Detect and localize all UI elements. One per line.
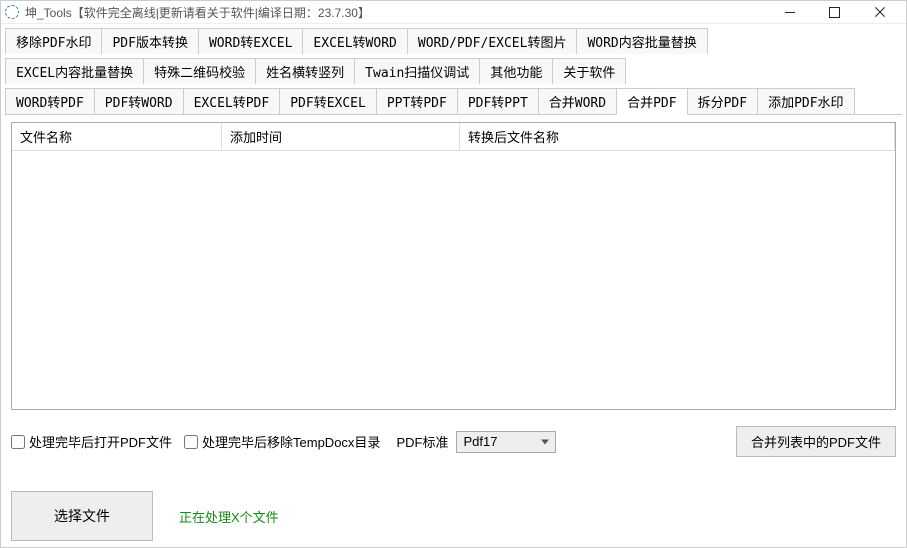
tab[interactable]: 添加PDF水印 <box>757 88 854 115</box>
tab[interactable]: PDF转PPT <box>457 88 539 115</box>
col-filename[interactable]: 文件名称 <box>12 123 222 150</box>
app-icon <box>5 5 19 19</box>
tab-row-2: EXCEL内容批量替换特殊二维码校验姓名横转竖列Twain扫描仪调试其他功能关于… <box>1 54 906 84</box>
open-after-input[interactable] <box>11 435 25 449</box>
window-title: 坤_Tools【软件完全离线|更新请看关于软件|编译日期：23.7.30】 <box>25 4 767 21</box>
options-row: 处理完毕后打开PDF文件 处理完毕后移除TempDocx目录 PDF标准 Pdf… <box>11 426 896 457</box>
col-addtime[interactable]: 添加时间 <box>222 123 460 150</box>
tab[interactable]: WORD内容批量替换 <box>576 28 707 54</box>
tab[interactable]: PDF版本转换 <box>101 28 198 54</box>
app-window: 坤_Tools【软件完全离线|更新请看关于软件|编译日期：23.7.30】 移除… <box>0 0 907 548</box>
tab[interactable]: EXCEL转WORD <box>302 28 407 54</box>
content-area: 文件名称 添加时间 转换后文件名称 处理完毕后打开PDF文件 处理完毕后移除Te… <box>1 116 906 547</box>
tab[interactable]: PPT转PDF <box>376 88 458 115</box>
tab[interactable]: WORD转PDF <box>5 88 95 115</box>
open-after-checkbox[interactable]: 处理完毕后打开PDF文件 <box>11 432 172 451</box>
titlebar: 坤_Tools【软件完全离线|更新请看关于软件|编译日期：23.7.30】 <box>1 1 906 24</box>
tab[interactable]: 特殊二维码校验 <box>143 58 256 84</box>
tab[interactable]: 拆分PDF <box>687 88 758 115</box>
tab[interactable]: 其他功能 <box>479 58 553 84</box>
open-after-label: 处理完毕后打开PDF文件 <box>29 432 172 451</box>
minimize-button[interactable] <box>767 1 812 23</box>
tab-row-3: WORD转PDFPDF转WORDEXCEL转PDFPDF转EXCELPPT转PD… <box>1 84 906 115</box>
remove-temp-input[interactable] <box>184 435 198 449</box>
pdf-standard-select[interactable]: Pdf17 <box>456 431 556 453</box>
tab[interactable]: PDF转WORD <box>94 88 184 115</box>
pdf-standard-label: PDF标准 <box>396 432 448 451</box>
tab-row-1: 移除PDF水印PDF版本转换WORD转EXCELEXCEL转WORDWORD/P… <box>1 24 906 54</box>
status-text: 正在处理X个文件 <box>179 507 279 526</box>
tab[interactable]: WORD/PDF/EXCEL转图片 <box>407 28 578 54</box>
tab[interactable]: PDF转EXCEL <box>279 88 377 115</box>
tab[interactable]: 移除PDF水印 <box>5 28 102 54</box>
tab[interactable]: EXCEL内容批量替换 <box>5 58 144 84</box>
window-controls <box>767 1 902 23</box>
col-outputname[interactable]: 转换后文件名称 <box>460 123 895 150</box>
remove-temp-checkbox[interactable]: 处理完毕后移除TempDocx目录 <box>184 432 380 451</box>
tab[interactable]: EXCEL转PDF <box>183 88 281 115</box>
choose-file-button[interactable]: 选择文件 <box>11 491 153 541</box>
list-header: 文件名称 添加时间 转换后文件名称 <box>12 123 895 151</box>
close-button[interactable] <box>857 1 902 23</box>
list-body[interactable] <box>12 151 895 409</box>
tab[interactable]: Twain扫描仪调试 <box>354 58 480 84</box>
pdf-standard-value: Pdf17 <box>463 434 497 449</box>
remove-temp-label: 处理完毕后移除TempDocx目录 <box>202 432 380 451</box>
file-list[interactable]: 文件名称 添加时间 转换后文件名称 <box>11 122 896 410</box>
action-row: 选择文件 正在处理X个文件 <box>11 491 896 541</box>
tab[interactable]: 合并WORD <box>538 88 617 115</box>
tab[interactable]: WORD转EXCEL <box>198 28 303 54</box>
maximize-button[interactable] <box>812 1 857 23</box>
merge-pdf-button[interactable]: 合并列表中的PDF文件 <box>736 426 896 457</box>
tab[interactable]: 关于软件 <box>552 58 626 84</box>
tab[interactable]: 姓名横转竖列 <box>255 58 355 84</box>
tab[interactable]: 合并PDF <box>616 88 687 115</box>
